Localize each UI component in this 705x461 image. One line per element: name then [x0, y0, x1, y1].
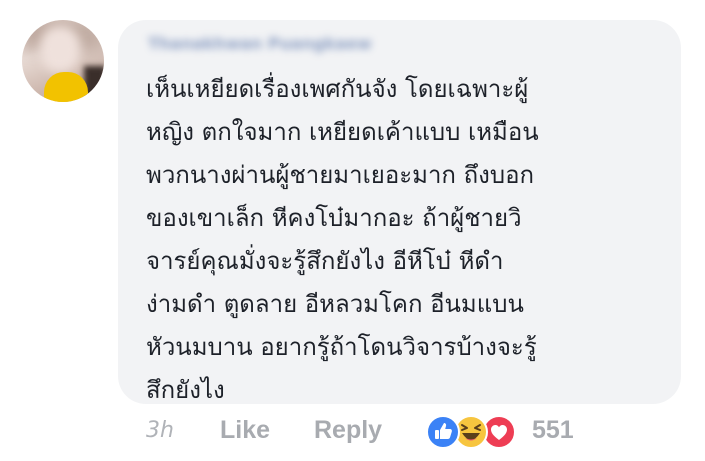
like-button[interactable]: Like: [220, 416, 270, 445]
comment-line: พวกนางผ่านผู้ชายมาเยอะมาก ถึงบอก: [146, 161, 535, 189]
comment-line: ของเขาเล็ก หีคงโบ๋มากอะ ถ้าผู้ชายวิ: [146, 204, 522, 232]
comment-screenshot: Thanakhwan Puangkaew เห็นเหยียดเรื่องเพศ…: [0, 0, 705, 461]
avatar-shirt: [44, 72, 88, 102]
reactions-summary[interactable]: 551: [426, 414, 586, 450]
reaction-count: 551: [532, 416, 574, 444]
comment-body: เห็นเหยียดเรื่องเพศกันจัง โดยเฉพาะผู้ หญ…: [146, 68, 666, 412]
comment-actions: 3h Like Reply 551: [146, 414, 686, 450]
avatar[interactable]: [22, 20, 104, 102]
comment-line: หญิง ตกใจมาก เหยียดเค้าแบบ เหมือน: [146, 118, 539, 146]
like-icon: [426, 415, 460, 449]
comment-line: เห็นเหยียดเรื่องเพศกันจัง โดยเฉพาะผู้: [146, 75, 529, 103]
avatar-face: [40, 26, 80, 72]
comment-author-name[interactable]: Thanakhwan Puangkaew: [148, 34, 440, 56]
comment-line: ง่ามดำ ตูดลาย อีหลวมโคก อีนมแบน: [146, 290, 524, 318]
comment-line: จารย์คุณมั่งจะรู้สึกยังไง อีหีโบ๋ หีดำ: [146, 247, 504, 275]
comment-timestamp[interactable]: 3h: [146, 418, 174, 443]
comment-line: หัวนมบาน อยากรู้ถ้าโดนวิจารบ้างจะรู้: [146, 333, 537, 361]
reply-button[interactable]: Reply: [314, 416, 382, 445]
comment-bubble: Thanakhwan Puangkaew เห็นเหยียดเรื่องเพศ…: [118, 20, 681, 404]
comment-line: สึกยังไง: [146, 376, 225, 404]
